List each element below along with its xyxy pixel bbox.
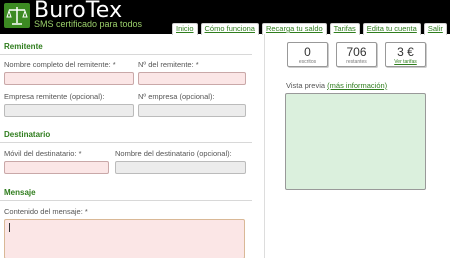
price-counter[interactable]: 3 € Ver tarifas (385, 42, 426, 67)
divider (0, 200, 252, 201)
chars-remaining-value: 706 (346, 45, 367, 59)
chars-remaining-label: restantes (346, 59, 367, 65)
ver-tarifas-link[interactable]: Ver tarifas (386, 59, 425, 65)
remitente-heading: Remitente (4, 42, 43, 51)
company-id-field[interactable] (138, 104, 246, 117)
message-textarea[interactable] (4, 219, 245, 258)
chars-remaining-counter: 706 restantes (336, 42, 377, 67)
chars-written-value: 0 (304, 45, 311, 59)
recipient-mobile-field[interactable] (4, 161, 109, 174)
sms-form: Remitente Nombre completo del remitente:… (0, 34, 265, 258)
mensaje-heading: Mensaje (4, 188, 36, 197)
sms-preview-box (285, 93, 426, 190)
destinatario-heading: Destinatario (4, 130, 51, 139)
preview-label: Vista previa (más información) (286, 81, 387, 90)
sender-id-field[interactable] (138, 72, 246, 85)
scales-logo-icon[interactable] (4, 3, 30, 28)
sidebar-panel: 0 escritos 706 restantes 3 € Ver tarifas… (266, 34, 450, 258)
brand-tagline: SMS certificado para todos (34, 19, 143, 29)
text-cursor (9, 223, 10, 232)
preview-label-text: Vista previa (286, 81, 326, 90)
chars-written-label: escritos (298, 59, 317, 65)
message-content-label: Contenido del mensaje: * (4, 207, 88, 216)
sender-company-field[interactable] (4, 104, 134, 117)
divider (0, 142, 252, 143)
recipient-name-label: Nombre del destinatario (opcional): (115, 149, 232, 158)
more-info-link[interactable]: (más información) (327, 81, 387, 90)
site-header: BuroTex SMS certificado para todos Inici… (0, 0, 450, 35)
company-id-label: Nº empresa (opcional): (138, 92, 215, 101)
price-value: 3 € (397, 45, 414, 59)
divider (0, 54, 252, 55)
sender-name-label: Nombre completo del remitente: * (4, 60, 116, 69)
chars-written-counter: 0 escritos (287, 42, 328, 67)
recipient-mobile-label: Móvil del destinatario: * (4, 149, 82, 158)
sender-name-field[interactable] (4, 72, 134, 85)
recipient-name-field[interactable] (115, 161, 246, 174)
sender-id-label: Nº del remitente: * (138, 60, 199, 69)
sender-company-label: Empresa remitente (opcional): (4, 92, 105, 101)
